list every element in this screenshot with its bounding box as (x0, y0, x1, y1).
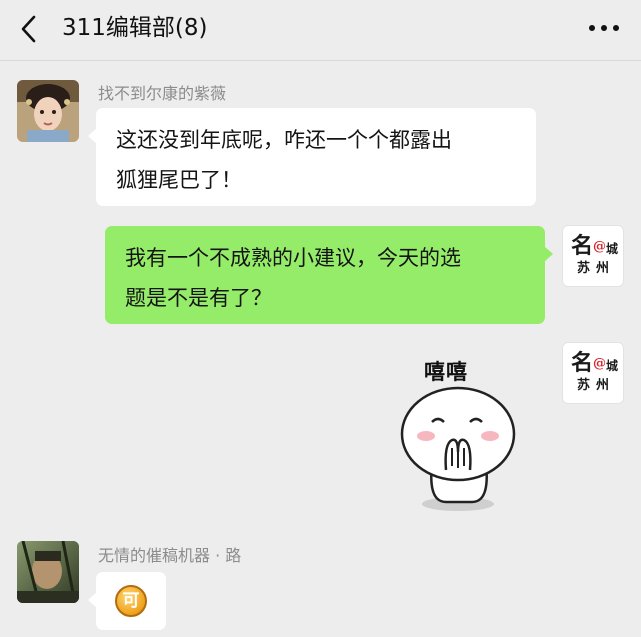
logo-mark: 名@城 (571, 234, 618, 261)
message-text-line: 题是不是有了？ (125, 286, 272, 310)
sticker-giggle-image[interactable] (392, 352, 524, 520)
logo-char: 名 (571, 233, 594, 259)
avatar-lu[interactable] (17, 541, 79, 603)
chat-header: 311编辑部(8) (0, 0, 641, 61)
logo-mark: 名@城 (571, 351, 618, 378)
logo-small-char: 城 (606, 242, 619, 256)
sender-name: 找不到尔康的紫薇 (98, 84, 227, 103)
message-text-line: 我有一个不成熟的小建议，今天的选 (125, 246, 461, 270)
avatar-self[interactable]: 名@城 苏州 (562, 225, 624, 287)
avatar-lu-image (17, 541, 79, 603)
logo-city: 苏州 (577, 261, 616, 276)
message-bubble-emoji[interactable]: 可 (88, 572, 166, 630)
chat-title: 311编辑部(8) (62, 15, 208, 41)
logo-char: 名 (571, 350, 594, 376)
more-options-icon[interactable] (587, 20, 621, 36)
avatar-ziwei[interactable] (17, 80, 79, 142)
message-bubble-outgoing[interactable]: 我有一个不成熟的小建议，今天的选 题是不是有了？ (105, 226, 553, 324)
logo-small-char: 城 (606, 359, 619, 373)
sender-name: 无情的催稿机器 · 路 (98, 546, 242, 565)
ke-emoji-icon: 可 (115, 585, 147, 617)
message-text-line: 狐狸尾巴了！ (116, 168, 242, 192)
message-text-line: 这还没到年底呢，咋还一个个都露出 (116, 128, 452, 152)
back-arrow-icon[interactable] (14, 12, 48, 46)
avatar-ziwei-image (17, 80, 79, 142)
message-bubble-incoming[interactable]: 这还没到年底呢，咋还一个个都露出 狐狸尾巴了！ (88, 108, 536, 206)
logo-city: 苏州 (577, 378, 616, 393)
logo-at-sign: @ (593, 239, 607, 254)
logo-at-sign: @ (593, 356, 607, 371)
avatar-self[interactable]: 名@城 苏州 (562, 342, 624, 404)
